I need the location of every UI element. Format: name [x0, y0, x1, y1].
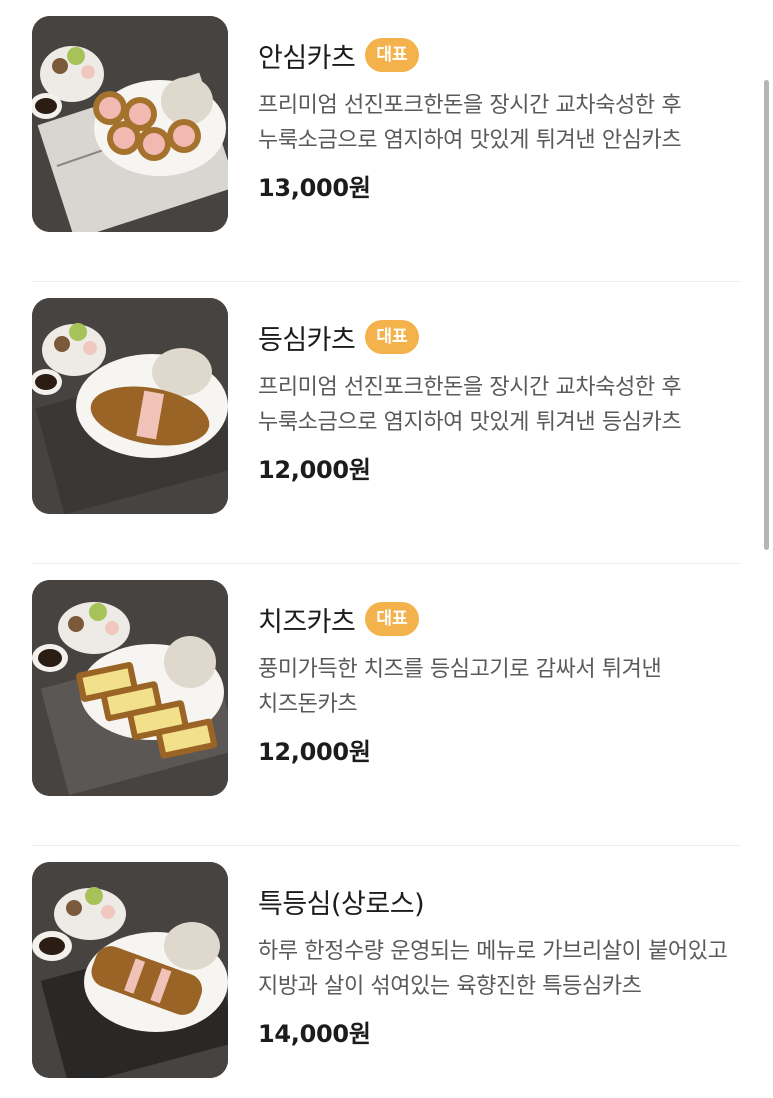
signature-badge: 대표	[365, 602, 419, 636]
menu-item-photo[interactable]	[32, 862, 228, 1078]
menu-item-cheese-katsu[interactable]: 치즈카츠 대표 풍미가득한 치즈를 등심고기로 감싸서 튀겨낸 치즈돈카츠 12…	[0, 564, 773, 846]
menu-item-info: 특등심(상로스) 하루 한정수량 운영되는 메뉴로 가브리살이 붙어있고 지방과…	[258, 876, 748, 1049]
menu-item-price: 13,000원	[258, 174, 371, 202]
menu-item-name-row: 안심카츠 대표	[258, 30, 748, 80]
menu-item-name: 안심카츠	[258, 42, 356, 74]
menu-item-name-row: 등심카츠 대표	[258, 312, 748, 362]
menu-item-description: 하루 한정수량 운영되는 메뉴로 가브리살이 붙어있고 지방과 살이 섞여있는 …	[258, 939, 728, 999]
menu-item-deungsim-katsu[interactable]: 등심카츠 대표 프리미엄 선진포크한돈을 장시간 교차숙성한 후 누룩소금으로 …	[0, 282, 773, 564]
signature-badge: 대표	[365, 38, 419, 72]
menu-item-photo[interactable]	[32, 298, 228, 514]
menu-item-info: 치즈카츠 대표 풍미가득한 치즈를 등심고기로 감싸서 튀겨낸 치즈돈카츠 12…	[258, 594, 748, 767]
menu-item-price: 12,000원	[258, 456, 371, 484]
scrollbar[interactable]	[764, 80, 769, 550]
menu-item-name-row: 특등심(상로스)	[258, 876, 748, 926]
menu-item-name: 치즈카츠	[258, 606, 356, 638]
menu-item-photo[interactable]	[32, 16, 228, 232]
menu-item-description: 풍미가득한 치즈를 등심고기로 감싸서 튀겨낸 치즈돈카츠	[258, 657, 662, 717]
signature-badge: 대표	[365, 320, 419, 354]
menu-item-info: 안심카츠 대표 프리미엄 선진포크한돈을 장시간 교차숙성한 후 누룩소금으로 …	[258, 30, 748, 203]
menu-item-ansim-katsu[interactable]: 안심카츠 대표 프리미엄 선진포크한돈을 장시간 교차숙성한 후 누룩소금으로 …	[0, 0, 773, 282]
menu-list: 안심카츠 대표 프리미엄 선진포크한돈을 장시간 교차숙성한 후 누룩소금으로 …	[0, 0, 773, 1098]
menu-item-description: 프리미엄 선진포크한돈을 장시간 교차숙성한 후 누룩소금으로 염지하여 맛있게…	[258, 375, 682, 435]
menu-item-info: 등심카츠 대표 프리미엄 선진포크한돈을 장시간 교차숙성한 후 누룩소금으로 …	[258, 312, 748, 485]
menu-item-price: 12,000원	[258, 738, 371, 766]
menu-item-special-deungsim[interactable]: 특등심(상로스) 하루 한정수량 운영되는 메뉴로 가브리살이 붙어있고 지방과…	[0, 846, 773, 1098]
menu-item-price: 14,000원	[258, 1020, 371, 1048]
menu-item-name: 등심카츠	[258, 324, 356, 356]
menu-item-name-row: 치즈카츠 대표	[258, 594, 748, 644]
menu-item-description: 프리미엄 선진포크한돈을 장시간 교차숙성한 후 누룩소금으로 염지하여 맛있게…	[258, 93, 682, 153]
menu-item-name: 특등심(상로스)	[258, 888, 425, 920]
menu-item-photo[interactable]	[32, 580, 228, 796]
